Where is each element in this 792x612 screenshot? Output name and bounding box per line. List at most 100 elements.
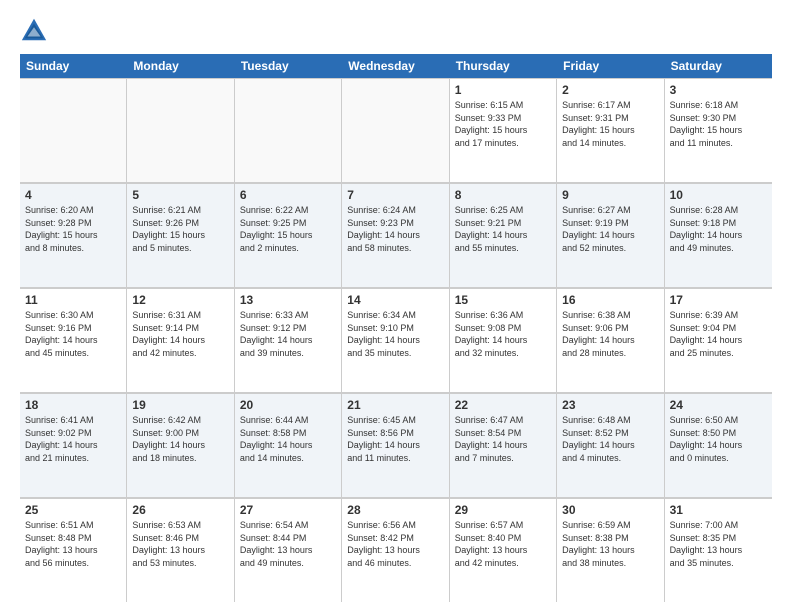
cell-content: Sunrise: 6:56 AMSunset: 8:42 PMDaylight:… <box>347 519 443 569</box>
calendar-row-2: 11 Sunrise: 6:30 AMSunset: 9:16 PMDayligh… <box>20 288 772 393</box>
day-number: 10 <box>670 188 767 202</box>
calendar-cell: 26 Sunrise: 6:53 AMSunset: 8:46 PMDayligh… <box>127 498 234 602</box>
cell-content: Sunrise: 6:31 AMSunset: 9:14 PMDaylight:… <box>132 309 228 359</box>
day-number: 3 <box>670 83 767 97</box>
cell-content: Sunrise: 6:15 AMSunset: 9:33 PMDaylight:… <box>455 99 551 149</box>
calendar-cell <box>127 78 234 182</box>
calendar-cell: 23 Sunrise: 6:48 AMSunset: 8:52 PMDayligh… <box>557 393 664 497</box>
calendar-cell: 14Sunrise: 6:34 AMSunset: 9:10 PMDayligh… <box>342 288 449 392</box>
day-number: 21 <box>347 398 443 412</box>
calendar-cell: 21Sunrise: 6:45 AMSunset: 8:56 PMDayligh… <box>342 393 449 497</box>
calendar-cell: 1 Sunrise: 6:15 AMSunset: 9:33 PMDaylight… <box>450 78 557 182</box>
day-number: 13 <box>240 293 336 307</box>
cell-content: Sunrise: 6:38 AMSunset: 9:06 PMDaylight:… <box>562 309 658 359</box>
cell-content: Sunrise: 6:50 AMSunset: 8:50 PMDaylight:… <box>670 414 767 464</box>
cell-content: Sunrise: 6:59 AMSunset: 8:38 PMDaylight:… <box>562 519 658 569</box>
day-number: 11 <box>25 293 121 307</box>
cell-content: Sunrise: 6:17 AMSunset: 9:31 PMDaylight:… <box>562 99 658 149</box>
day-number: 27 <box>240 503 336 517</box>
day-number: 23 <box>562 398 658 412</box>
calendar-cell: 9 Sunrise: 6:27 AMSunset: 9:19 PMDaylight… <box>557 183 664 287</box>
calendar-row-3: 18 Sunrise: 6:41 AMSunset: 9:02 PMDayligh… <box>20 393 772 498</box>
cell-content: Sunrise: 6:41 AMSunset: 9:02 PMDaylight:… <box>25 414 121 464</box>
header-day-monday: Monday <box>127 54 234 78</box>
cell-content: Sunrise: 6:27 AMSunset: 9:19 PMDaylight:… <box>562 204 658 254</box>
calendar-cell: 13 Sunrise: 6:33 AMSunset: 9:12 PMDayligh… <box>235 288 342 392</box>
calendar-cell: 19 Sunrise: 6:42 AMSunset: 9:00 PMDayligh… <box>127 393 234 497</box>
cell-content: Sunrise: 6:54 AMSunset: 8:44 PMDaylight:… <box>240 519 336 569</box>
cell-content: Sunrise: 6:39 AMSunset: 9:04 PMDaylight:… <box>670 309 767 359</box>
cell-content: Sunrise: 6:22 AMSunset: 9:25 PMDaylight:… <box>240 204 336 254</box>
day-number: 9 <box>562 188 658 202</box>
calendar-cell <box>20 78 127 182</box>
day-number: 24 <box>670 398 767 412</box>
cell-content: Sunrise: 6:51 AMSunset: 8:48 PMDaylight:… <box>25 519 121 569</box>
day-number: 5 <box>132 188 228 202</box>
calendar-cell: 31 Sunrise: 7:00 AMSunset: 8:35 PMDayligh… <box>665 498 772 602</box>
day-number: 2 <box>562 83 658 97</box>
day-number: 18 <box>25 398 121 412</box>
day-number: 31 <box>670 503 767 517</box>
calendar-row-4: 25 Sunrise: 6:51 AMSunset: 8:48 PMDayligh… <box>20 498 772 602</box>
day-number: 15 <box>455 293 551 307</box>
header-day-sunday: Sunday <box>20 54 127 78</box>
day-number: 14 <box>347 293 443 307</box>
day-number: 29 <box>455 503 551 517</box>
calendar-cell: 3Sunrise: 6:18 AMSunset: 9:30 PMDaylight… <box>665 78 772 182</box>
calendar-cell: 22Sunrise: 6:47 AMSunset: 8:54 PMDayligh… <box>450 393 557 497</box>
cell-content: Sunrise: 6:48 AMSunset: 8:52 PMDaylight:… <box>562 414 658 464</box>
calendar-cell: 20 Sunrise: 6:44 AMSunset: 8:58 PMDayligh… <box>235 393 342 497</box>
calendar-cell: 7Sunrise: 6:24 AMSunset: 9:23 PMDaylight… <box>342 183 449 287</box>
page: SundayMondayTuesdayWednesdayThursdayFrid… <box>0 0 792 612</box>
calendar-cell: 10 Sunrise: 6:28 AMSunset: 9:18 PMDayligh… <box>665 183 772 287</box>
day-number: 6 <box>240 188 336 202</box>
cell-content: Sunrise: 6:30 AMSunset: 9:16 PMDaylight:… <box>25 309 121 359</box>
calendar-cell: 5 Sunrise: 6:21 AMSunset: 9:26 PMDaylight… <box>127 183 234 287</box>
day-number: 12 <box>132 293 228 307</box>
calendar-body: 1 Sunrise: 6:15 AMSunset: 9:33 PMDaylight… <box>20 78 772 602</box>
day-number: 16 <box>562 293 658 307</box>
header-day-saturday: Saturday <box>665 54 772 78</box>
day-number: 28 <box>347 503 443 517</box>
header-day-tuesday: Tuesday <box>235 54 342 78</box>
calendar-cell: 12 Sunrise: 6:31 AMSunset: 9:14 PMDayligh… <box>127 288 234 392</box>
calendar-cell: 28 Sunrise: 6:56 AMSunset: 8:42 PMDayligh… <box>342 498 449 602</box>
calendar-cell: 8 Sunrise: 6:25 AMSunset: 9:21 PMDaylight… <box>450 183 557 287</box>
logo-icon <box>20 16 48 44</box>
day-number: 20 <box>240 398 336 412</box>
calendar-cell: 24 Sunrise: 6:50 AMSunset: 8:50 PMDayligh… <box>665 393 772 497</box>
cell-content: Sunrise: 6:57 AMSunset: 8:40 PMDaylight:… <box>455 519 551 569</box>
cell-content: Sunrise: 6:36 AMSunset: 9:08 PMDaylight:… <box>455 309 551 359</box>
cell-content: Sunrise: 6:53 AMSunset: 8:46 PMDaylight:… <box>132 519 228 569</box>
calendar-cell: 30 Sunrise: 6:59 AMSunset: 8:38 PMDayligh… <box>557 498 664 602</box>
calendar-cell: 6 Sunrise: 6:22 AMSunset: 9:25 PMDaylight… <box>235 183 342 287</box>
calendar-cell: 18 Sunrise: 6:41 AMSunset: 9:02 PMDayligh… <box>20 393 127 497</box>
cell-content: Sunrise: 7:00 AMSunset: 8:35 PMDaylight:… <box>670 519 767 569</box>
cell-content: Sunrise: 6:42 AMSunset: 9:00 PMDaylight:… <box>132 414 228 464</box>
calendar-cell: 29 Sunrise: 6:57 AMSunset: 8:40 PMDayligh… <box>450 498 557 602</box>
calendar-row-0: 1 Sunrise: 6:15 AMSunset: 9:33 PMDaylight… <box>20 78 772 183</box>
calendar-cell: 15 Sunrise: 6:36 AMSunset: 9:08 PMDayligh… <box>450 288 557 392</box>
day-number: 4 <box>25 188 121 202</box>
day-number: 26 <box>132 503 228 517</box>
cell-content: Sunrise: 6:24 AMSunset: 9:23 PMDaylight:… <box>347 204 443 254</box>
calendar-cell: 27 Sunrise: 6:54 AMSunset: 8:44 PMDayligh… <box>235 498 342 602</box>
calendar-cell: 25 Sunrise: 6:51 AMSunset: 8:48 PMDayligh… <box>20 498 127 602</box>
calendar-cell: 16 Sunrise: 6:38 AMSunset: 9:06 PMDayligh… <box>557 288 664 392</box>
cell-content: Sunrise: 6:33 AMSunset: 9:12 PMDaylight:… <box>240 309 336 359</box>
calendar-cell: 17Sunrise: 6:39 AMSunset: 9:04 PMDayligh… <box>665 288 772 392</box>
cell-content: Sunrise: 6:28 AMSunset: 9:18 PMDaylight:… <box>670 204 767 254</box>
header-day-friday: Friday <box>557 54 664 78</box>
cell-content: Sunrise: 6:21 AMSunset: 9:26 PMDaylight:… <box>132 204 228 254</box>
cell-content: Sunrise: 6:25 AMSunset: 9:21 PMDaylight:… <box>455 204 551 254</box>
header-day-thursday: Thursday <box>450 54 557 78</box>
day-number: 30 <box>562 503 658 517</box>
cell-content: Sunrise: 6:44 AMSunset: 8:58 PMDaylight:… <box>240 414 336 464</box>
day-number: 1 <box>455 83 551 97</box>
calendar-row-1: 4Sunrise: 6:20 AMSunset: 9:28 PMDaylight… <box>20 183 772 288</box>
day-number: 25 <box>25 503 121 517</box>
day-number: 8 <box>455 188 551 202</box>
logo <box>20 16 52 44</box>
calendar-cell: 2 Sunrise: 6:17 AMSunset: 9:31 PMDaylight… <box>557 78 664 182</box>
day-number: 19 <box>132 398 228 412</box>
